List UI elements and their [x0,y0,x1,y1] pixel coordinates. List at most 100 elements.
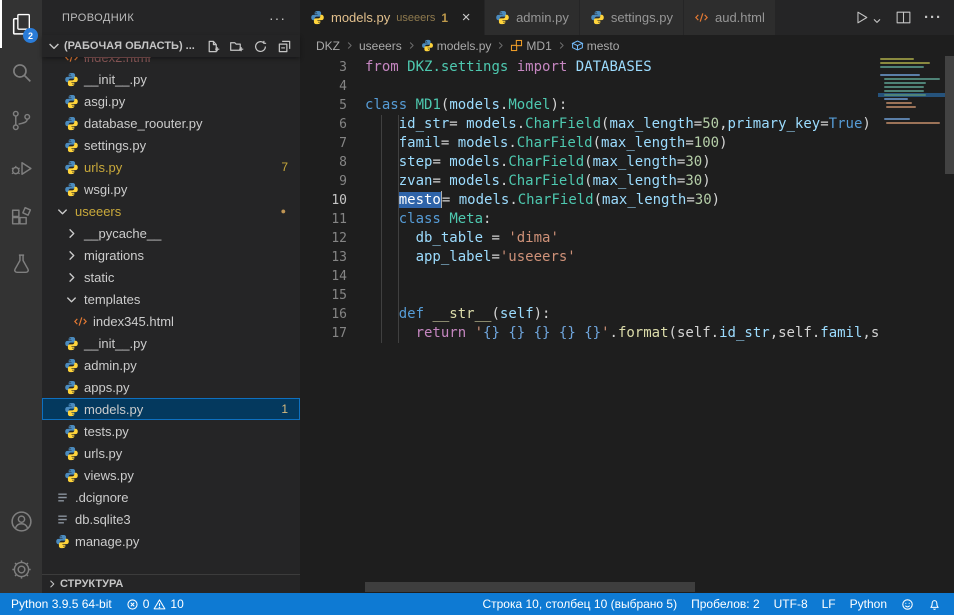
code-line-5[interactable]: 5class MD1(models.Model): [300,96,878,115]
tree-item--dcignore[interactable]: .dcignore [42,486,300,508]
tree-folder-migrations[interactable]: migrations [42,244,300,266]
tree-item-apps-py[interactable]: apps.py [42,376,300,398]
collapse-all-icon[interactable] [274,36,294,56]
code-line-17[interactable]: 17 return '{} {} {} {} {}'.format(self.i… [300,324,878,343]
more-icon[interactable]: ··· [924,9,942,26]
tree-item-db-sqlite3[interactable]: db.sqlite3 [42,508,300,530]
tree-item-wsgi-py[interactable]: wsgi.py [42,178,300,200]
status-problems[interactable]: 010 [119,593,191,615]
close-icon[interactable]: × [458,9,474,26]
code-line-7[interactable]: 7 famil= models.CharField(max_length=100… [300,134,878,153]
minimap-lines [878,56,945,124]
py-file-icon [63,468,80,483]
html-file-icon [72,314,89,329]
tab-settings-py[interactable]: settings.py [580,0,684,35]
tree-folder-useeers[interactable]: useeers● [42,200,300,222]
status-language-mode[interactable]: Python [843,593,894,615]
status-cursor-position[interactable]: Строка 10, столбец 10 (выбрано 5) [475,593,684,615]
status-notifications[interactable] [921,593,948,615]
code-line-3[interactable]: 3from DKZ.settings import DATABASES [300,58,878,77]
new-folder-icon[interactable] [226,36,246,56]
activity-source-control-icon[interactable] [0,96,42,144]
breadcrumb-useeers[interactable]: useeers [359,39,402,53]
status-feedback[interactable] [894,593,921,615]
tree-item-label: index2.html [84,57,150,65]
tree-item-urls-py[interactable]: urls.py [42,442,300,464]
minimap-line [878,110,945,112]
code-line-14[interactable]: 14 [300,267,878,286]
breadcrumb-dkz[interactable]: DKZ [316,39,340,53]
minimap-line [878,114,945,116]
tree-item-admin-py[interactable]: admin.py [42,354,300,376]
tree-item-urls-py[interactable]: urls.py7 [42,156,300,178]
error-count: 0 [143,597,150,611]
tab-aud-html[interactable]: aud.html [684,0,776,35]
minimap-line [884,78,940,80]
tree-item-database-roouter-py[interactable]: database_roouter.py [42,112,300,134]
horizontal-scrollbar[interactable] [365,582,695,592]
outline-section-header[interactable]: СТРУКТУРА [42,574,300,593]
tree-folder-templates[interactable]: templates [42,288,300,310]
tree-item--init-py[interactable]: __init__.py [42,332,300,354]
tree-item-tests-py[interactable]: tests.py [42,420,300,442]
code-line-10[interactable]: 10 mesto= models.CharField(max_length=30… [300,191,878,210]
code-line-9[interactable]: 9 zvan= models.CharField(max_length=30) [300,172,878,191]
tree-item-manage-py[interactable]: manage.py [42,530,300,552]
tree-item-models-py[interactable]: models.py1 [42,398,300,420]
tree-item-index2-html[interactable]: index2.html [42,57,300,68]
code-line-11[interactable]: 11 class Meta: [300,210,878,229]
activity-testing-icon[interactable] [0,240,42,288]
run-icon[interactable] [853,9,883,26]
tree-folder-static[interactable]: static [42,266,300,288]
line-number: 8 [300,153,347,172]
tree-item-views-py[interactable]: views.py [42,464,300,486]
code-line-text: mesto= models.CharField(max_length=30) [365,191,720,210]
code-line-6[interactable]: 6 id_str= models.CharField(max_length=50… [300,115,878,134]
refresh-icon[interactable] [250,36,270,56]
tab-admin-py[interactable]: admin.py [485,0,580,35]
vertical-scrollbar-slider[interactable] [945,56,954,174]
filegray-file-icon [54,512,71,527]
code-area[interactable]: 3from DKZ.settings import DATABASES45cla… [300,56,878,593]
editor[interactable]: 3from DKZ.settings import DATABASES45cla… [300,56,954,593]
tab-models-py[interactable]: models.pyuseeers1× [300,0,485,35]
status-encoding[interactable]: UTF-8 [767,593,815,615]
status-indentation[interactable]: Пробелов: 2 [684,593,767,615]
split-editor-icon[interactable] [895,9,912,26]
code-line-13[interactable]: 13 app_label='useeers' [300,248,878,267]
breadcrumb-mesto[interactable]: mesto [571,39,620,53]
settings-icon[interactable] [0,545,42,593]
html-file-icon [63,57,80,65]
workspace-section-header[interactable]: (РАБОЧАЯ ОБЛАСТЬ) ... [42,35,300,57]
code-line-16[interactable]: 16 def __str__(self): [300,305,878,324]
activity-extensions-icon[interactable] [0,192,42,240]
activity-run-debug-icon[interactable] [0,144,42,192]
vertical-scrollbar[interactable] [945,56,954,593]
activity-search-icon[interactable] [0,48,42,96]
code-line-4[interactable]: 4 [300,77,878,96]
breadcrumb-models-py[interactable]: models.py [421,39,492,53]
minimap[interactable] [878,56,945,593]
code-line-12[interactable]: 12 db_table = 'dima' [300,229,878,248]
status-python-interpreter[interactable]: Python 3.9.5 64-bit [4,593,119,615]
more-actions-icon[interactable]: ··· [265,10,290,26]
new-file-icon[interactable] [202,36,222,56]
status-label: UTF-8 [774,597,808,611]
code-line-15[interactable]: 15 [300,286,878,305]
line-number: 9 [300,172,347,191]
status-bar: Python 3.9.5 64-bit010 Строка 10, столбе… [0,593,954,615]
breadcrumb-label: DKZ [316,39,340,53]
warning-icon [153,598,166,611]
tree-item-settings-py[interactable]: settings.py [42,134,300,156]
tree-item-asgi-py[interactable]: asgi.py [42,90,300,112]
code-line-8[interactable]: 8 step= models.CharField(max_length=30) [300,153,878,172]
chevron-down-icon [63,292,80,307]
tree-item-index345-html[interactable]: index345.html [42,310,300,332]
py-file-icon [54,534,71,549]
account-icon[interactable] [0,497,42,545]
activity-explorer-icon[interactable]: 2 [0,0,42,48]
breadcrumb-md1[interactable]: MD1 [510,39,551,53]
status-eol[interactable]: LF [815,593,843,615]
tree-item--init-py[interactable]: __init__.py [42,68,300,90]
tree-folder--pycache-[interactable]: __pycache__ [42,222,300,244]
